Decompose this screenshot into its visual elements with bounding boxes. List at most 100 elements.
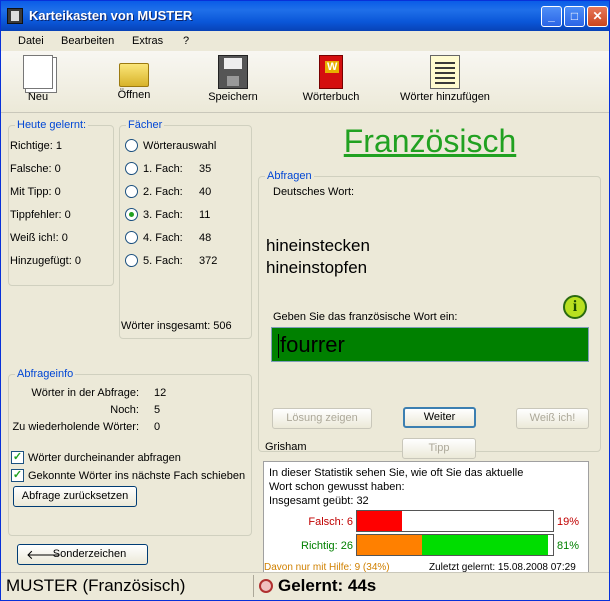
main-window: Karteikasten von MUSTER _ □ ✕ Datei Bear… [0,0,610,601]
radio-box-2[interactable] [125,185,138,198]
menu-bearbeiten[interactable]: Bearbeiten [61,35,114,47]
info-icon[interactable]: i [563,295,587,319]
stats-right-label: Richtig: 26 [301,540,353,552]
wrong-bar [356,510,554,532]
toolbar-add-words-button[interactable]: Wörter hinzufügen [397,55,493,103]
reset-query-button[interactable]: Abfrage zurücksetzen [13,486,137,507]
today-legend: Heute gelernt: [17,119,87,131]
boxes-group: Fächer [119,119,252,339]
toolbar-dictionary-label: Wörterbuch [302,91,360,103]
radio-box-1[interactable] [125,162,138,175]
radio-box-5-label: 5. Fach: [143,255,183,267]
menu-datei[interactable]: Datei [18,35,44,47]
radio-box-2-label: 2. Fach: [143,186,183,198]
toolbar-dictionary-button[interactable]: Wörterbuch [299,55,363,103]
query-words-label: Wörter in der Abfrage: [31,387,139,399]
radio-box-4[interactable] [125,231,138,244]
maximize-button[interactable]: □ [564,6,585,27]
query-info-legend: Abfrageinfo [17,368,74,380]
window-title: Karteikasten von MUSTER [29,8,193,23]
today-typos: Tippfehler: 0 [10,209,71,221]
app-icon [7,8,23,24]
query-remaining-label: Noch: [110,404,139,416]
query-words-value: 12 [154,387,167,399]
i-know-button[interactable]: Weiß ich! [516,408,589,429]
menu-help[interactable]: ? [183,35,189,47]
box-3-count: 11 [199,209,211,221]
timer-icon [259,579,273,593]
menu-bar: Datei Bearbeiten Extras ? [1,31,609,51]
toolbar-add-words-label: Wörter hinzufügen [400,91,490,103]
toolbar-open-button[interactable]: Öffnen [111,55,157,101]
answer-input[interactable]: fourrer [271,327,589,362]
right-bar-fill [422,535,548,555]
special-chars-button[interactable]: 🡐 Sonderzeichen [17,544,148,565]
radio-box-5[interactable] [125,254,138,267]
box-2-count: 40 [199,186,212,198]
boxes-legend: Fächer [128,119,163,131]
words-total: Wörter insgesamt: 506 [121,320,232,332]
german-word-1: hineinstecken [266,236,370,255]
query-legend: Abfragen [267,170,312,182]
status-bar: MUSTER (Französisch) Gelernt: 44s [1,572,609,600]
text-caret [278,334,279,359]
close-button[interactable]: ✕ [587,6,608,27]
box-1-count: 35 [199,163,212,175]
toolbar-save-label: Speichern [208,91,258,103]
radio-word-selection-label: Wörterauswahl [143,140,217,152]
stats-wrong-label: Falsch: 6 [308,516,353,528]
box-4-count: 48 [199,232,212,244]
radio-box-1-label: 1. Fach: [143,163,183,175]
toolbar-new-label: Neu [27,91,49,103]
status-learned-time: Gelernt: 44s [278,576,377,595]
special-chars-label: Sonderzeichen [52,548,127,560]
radio-box-4-label: 4. Fach: [143,232,183,244]
shuffle-checkbox-label: Wörter durcheinander abfragen [28,452,181,464]
tip-button[interactable]: Tipp [402,438,476,459]
arrow-left-icon: 🡐 [26,547,61,562]
wrong-bar-fill [357,511,402,531]
new-document-icon [23,55,53,89]
toolbar-save-button[interactable]: Speichern [206,55,260,103]
stats-right-percent: 81% [557,540,580,552]
radio-box-3-label: 3. Fach: [143,209,183,221]
radio-box-3[interactable] [125,208,138,221]
query-repeat-label: Zu wiederholende Wörter: [12,421,139,433]
language-title: Französisch [343,123,517,159]
stats-wrong-percent: 19% [557,516,580,528]
move-known-checkbox-label: Gekonnte Wörter ins nächste Fach schiebe… [28,470,246,482]
add-words-icon [430,55,460,89]
german-word-label: Deutsches Wort: [273,186,355,198]
shuffle-checkbox[interactable]: ✓ [11,451,24,464]
german-word-2: hineinstopfen [266,258,368,277]
query-repeat-value: 0 [154,421,161,433]
status-user-language: MUSTER (Französisch) [6,576,186,595]
source-label: Grisham [265,441,307,453]
radio-word-selection[interactable] [125,139,138,152]
toolbar-new-button[interactable]: Neu [21,55,55,103]
show-solution-button[interactable]: Lösung zeigen [272,408,372,429]
next-button[interactable]: Weiter [403,407,476,428]
move-known-checkbox[interactable]: ✓ [11,469,24,482]
answer-input-value: fourrer [280,332,345,357]
stats-total: Insgesamt geübt: 32 [269,495,369,507]
toolbar-open-label: Öffnen [117,89,151,101]
floppy-disk-icon [218,55,248,89]
today-with-tip: Mit Tipp: 0 [10,186,61,198]
folder-open-icon [119,63,149,87]
answer-prompt: Geben Sie das französische Wort ein: [273,311,458,323]
query-remaining-value: 5 [154,404,161,416]
today-added: Hinzugefügt: 0 [10,255,81,267]
status-separator [253,575,254,597]
stats-text-1: In dieser Statistik sehen Sie, wie oft S… [269,467,524,479]
today-know: Weiß ich!: 0 [10,232,68,244]
right-bar [356,534,554,556]
title-bar[interactable]: Karteikasten von MUSTER _ □ ✕ [1,1,609,31]
toolbar: Neu Öffnen Speichern Wörterbuch Wörter h… [1,51,609,113]
minimize-button[interactable]: _ [541,6,562,27]
dictionary-icon [319,55,343,89]
today-correct: Richtige: 1 [10,140,62,152]
box-5-count: 372 [199,255,218,267]
right-bar-help-fill [357,535,422,555]
menu-extras[interactable]: Extras [132,35,163,47]
